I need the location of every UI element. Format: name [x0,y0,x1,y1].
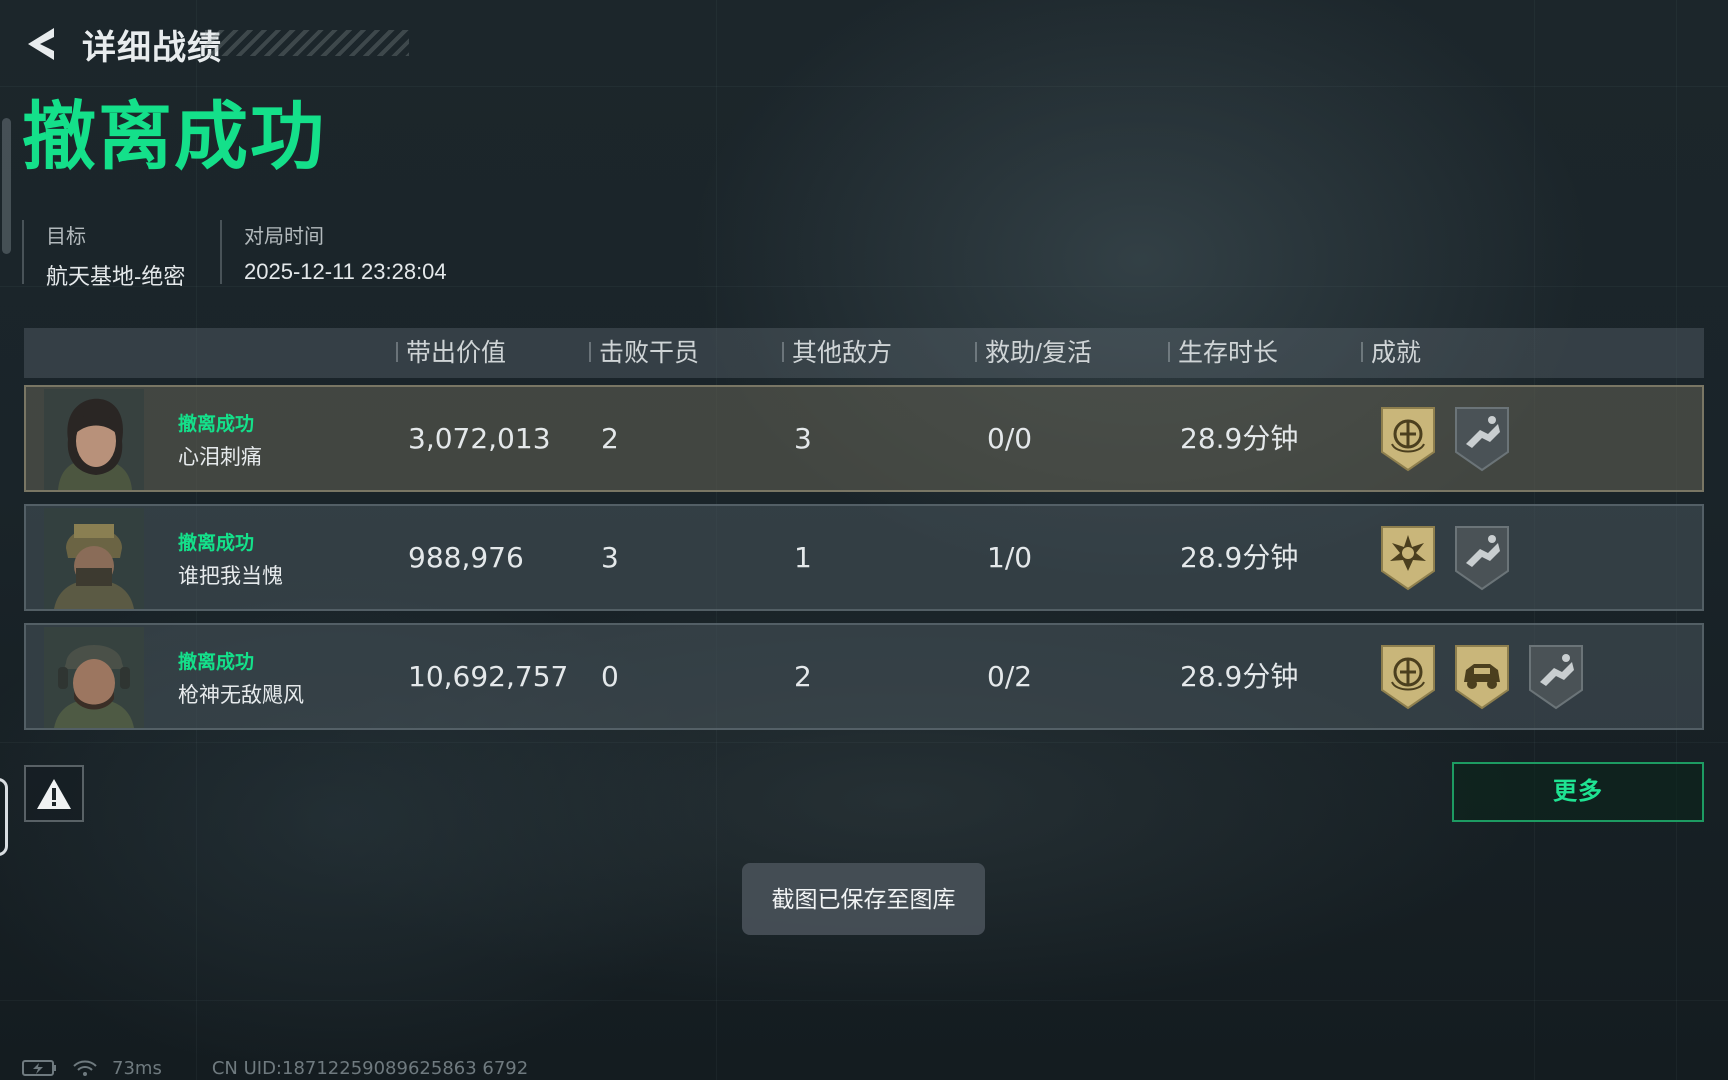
status-bar: 73ms CN UID:18712259089625863 6792 [22,1056,528,1080]
uid-text: CN UID:18712259089625863 6792 [211,1057,529,1079]
other-enemies-cell: 3 [794,422,812,455]
assist-revive-cell: 0/0 [987,422,1033,455]
player-row[interactable]: 撤离成功 谁把我当愧 988,976 3 1 1/0 28.9分钟 [24,504,1704,611]
player-row[interactable]: 撤离成功 心泪刺痛 3,072,013 2 3 0/0 28.9分钟 [24,385,1704,492]
result-title: 撤离成功 [22,95,326,178]
battery-charging-icon [22,1060,56,1076]
back-button[interactable] [22,24,58,64]
target-info: 目标 航天基地-绝密 [22,220,185,289]
value-cell: 10,692,757 [408,660,569,693]
top-bar: 详细战绩 [22,22,222,67]
kills-cell: 2 [601,422,619,455]
side-drawer-handle[interactable] [0,778,8,856]
value-cell: 988,976 [408,541,524,574]
match-time-info: 对局时间 2025-12-11 23:28:04 [220,220,447,284]
title-hatch-decoration [205,30,409,56]
grey-runner-badge-icon[interactable] [1452,404,1512,472]
player-avatar [44,389,144,490]
column-header-survival: 生存时长 [1168,328,1278,378]
player-name: 枪神无敌飓风 [178,684,304,707]
player-avatar [44,627,144,728]
more-button[interactable]: 更多 [1452,762,1704,822]
column-header-other-enemies: 其他敌方 [782,328,892,378]
column-header-assist-revive: 救助/复活 [975,328,1092,378]
grey-runner-badge-icon[interactable] [1526,642,1586,710]
other-enemies-cell: 2 [794,660,812,693]
table-header: 带出价值 击败干员 其他敌方 救助/复活 生存时长 成就 [24,328,1704,378]
warning-icon [37,778,71,809]
player-name: 心泪刺痛 [178,446,262,469]
scroll-rail[interactable] [2,118,11,254]
survival-cell: 28.9分钟 [1180,660,1299,693]
player-avatar [44,508,144,609]
ping-text: 73ms [112,1057,162,1079]
survival-cell: 28.9分钟 [1180,422,1299,455]
column-header-kills: 击败干员 [589,328,699,378]
player-status: 撤离成功 [178,652,255,673]
back-arrow-icon [28,28,54,60]
kills-cell: 0 [601,660,619,693]
match-time-label: 对局时间 [244,226,324,248]
player-name: 谁把我当愧 [178,565,283,588]
report-button[interactable] [24,765,84,822]
assist-revive-cell: 1/0 [987,541,1033,574]
other-enemies-cell: 1 [794,541,812,574]
gold-emblem-badge-icon[interactable] [1378,404,1438,472]
target-value: 航天基地-绝密 [46,264,186,289]
player-row[interactable]: 撤离成功 枪神无敌飓风 10,692,757 0 2 0/2 28.9分钟 [24,623,1704,730]
value-cell: 3,072,013 [408,422,551,455]
target-label: 目标 [46,226,86,248]
wifi-icon [73,1060,97,1076]
player-status: 撤离成功 [178,533,255,554]
player-status: 撤离成功 [178,414,255,435]
grey-runner-badge-icon[interactable] [1452,523,1512,591]
screenshot-saved-toast: 截图已保存至图库 [742,863,985,935]
column-header-value: 带出价值 [396,328,506,378]
gold-star-badge-icon[interactable] [1378,523,1438,591]
kills-cell: 3 [601,541,619,574]
match-time-value: 2025-12-11 23:28:04 [244,259,447,284]
survival-cell: 28.9分钟 [1180,541,1299,574]
column-header-achievements: 成就 [1361,328,1421,378]
gold-emblem-badge-icon[interactable] [1378,642,1438,710]
page-title: 详细战绩 [82,28,222,67]
assist-revive-cell: 0/2 [987,660,1033,693]
gold-vehicle-badge-icon[interactable] [1452,642,1512,710]
